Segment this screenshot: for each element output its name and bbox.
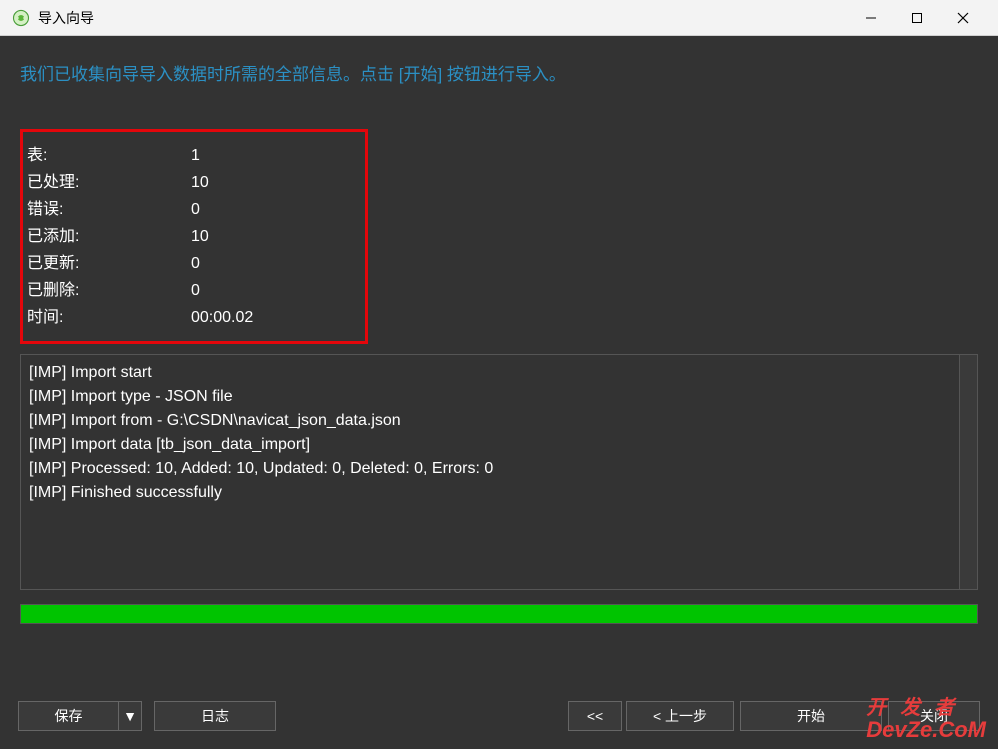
stat-label: 已添加: — [27, 223, 191, 250]
wizard-description: 我们已收集向导导入数据时所需的全部信息。点击 [开始] 按钮进行导入。 — [20, 60, 978, 85]
log-panel: [IMP] Import start [IMP] Import type - J… — [20, 354, 978, 590]
first-page-button[interactable]: << — [568, 701, 622, 731]
stat-value: 10 — [191, 169, 365, 196]
stat-added: 已添加: 10 — [27, 223, 365, 250]
log-output[interactable]: [IMP] Import start [IMP] Import type - J… — [21, 355, 959, 589]
close-button[interactable] — [940, 0, 986, 36]
window-controls — [848, 0, 986, 36]
stat-value: 0 — [191, 250, 365, 277]
save-dropdown-button[interactable]: ▼ — [118, 701, 142, 731]
close-wizard-button[interactable]: 关闭 — [888, 701, 980, 731]
stat-label: 已更新: — [27, 250, 191, 277]
stat-value: 1 — [191, 142, 365, 169]
scrollbar[interactable] — [959, 355, 977, 589]
stat-processed: 已处理: 10 — [27, 169, 365, 196]
stat-value: 0 — [191, 277, 365, 304]
stat-value: 10 — [191, 223, 365, 250]
footer: 保存 ▼ 日志 << < 上一步 开始 关闭 — [18, 701, 980, 731]
stat-errors: 错误: 0 — [27, 196, 365, 223]
stat-tables: 表: 1 — [27, 142, 365, 169]
maximize-button[interactable] — [894, 0, 940, 36]
stat-value: 0 — [191, 196, 365, 223]
stat-label: 时间: — [27, 304, 191, 331]
stat-label: 表: — [27, 142, 191, 169]
save-button[interactable]: 保存 — [18, 701, 118, 731]
stat-label: 已处理: — [27, 169, 191, 196]
progress-bar — [20, 604, 978, 624]
start-button[interactable]: 开始 — [740, 701, 882, 731]
stat-updated: 已更新: 0 — [27, 250, 365, 277]
content-area: 我们已收集向导导入数据时所需的全部信息。点击 [开始] 按钮进行导入。 表: 1… — [0, 36, 998, 624]
log-button[interactable]: 日志 — [154, 701, 276, 731]
window-title: 导入向导 — [38, 8, 848, 28]
stat-value: 00:00.02 — [191, 304, 365, 331]
app-icon — [12, 9, 30, 27]
previous-button[interactable]: < 上一步 — [626, 701, 734, 731]
stat-label: 已删除: — [27, 277, 191, 304]
stat-deleted: 已删除: 0 — [27, 277, 365, 304]
stat-label: 错误: — [27, 196, 191, 223]
stats-panel: 表: 1 已处理: 10 错误: 0 已添加: 10 已更新: 0 已删除: 0… — [20, 129, 368, 344]
stat-time: 时间: 00:00.02 — [27, 304, 365, 331]
titlebar: 导入向导 — [0, 0, 998, 36]
minimize-button[interactable] — [848, 0, 894, 36]
